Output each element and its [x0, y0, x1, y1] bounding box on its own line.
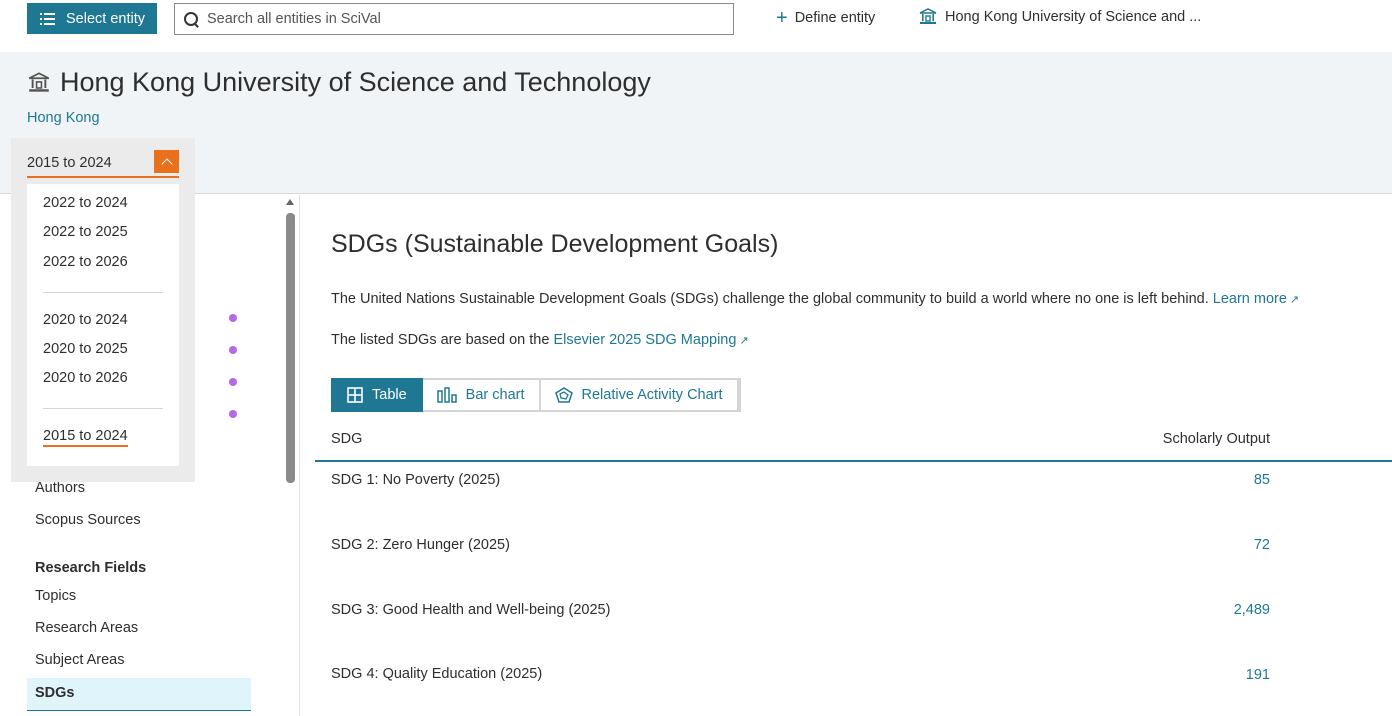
current-entity-label: Hong Kong University of Science and ...	[945, 8, 1202, 25]
tab-table-label: Table	[372, 387, 407, 403]
section-heading: SDGs (Sustainable Development Goals)	[331, 230, 779, 258]
search-icon	[184, 11, 199, 27]
list-icon	[40, 12, 56, 26]
period-option[interactable]: 2022 to 2025	[43, 224, 128, 240]
indicator-dot	[229, 378, 237, 386]
sdg-mapping-label: Elsevier 2025 SDG Mapping	[553, 332, 737, 348]
period-option-selected[interactable]: 2015 to 2024	[43, 428, 128, 447]
mapping-text: The listed SDGs are based on the	[331, 332, 550, 348]
sdg-mapping-link[interactable]: Elsevier 2025 SDG Mapping ↗	[553, 332, 748, 348]
sidebar-item-sdgs[interactable]: SDGs	[27, 678, 251, 711]
table-row-name: SDG 3: Good Health and Well-being (2025)	[331, 602, 611, 618]
top-bar: Select entity + Define entity Hong Kong …	[0, 0, 1392, 52]
select-entity-button[interactable]: Select entity	[27, 3, 157, 34]
table-row-name: SDG 2: Zero Hunger (2025)	[331, 537, 510, 553]
tab-relative-activity-chart[interactable]: Relative Activity Chart	[540, 380, 739, 410]
table-header-divider	[315, 460, 1392, 462]
tab-table[interactable]: Table	[331, 378, 423, 412]
period-option[interactable]: 2020 to 2025	[43, 341, 128, 357]
column-header-sdg[interactable]: SDG	[331, 431, 362, 447]
divider	[43, 408, 163, 409]
sidebar-item-topics[interactable]: Topics	[35, 588, 76, 604]
indicator-dot	[229, 410, 237, 418]
divider	[43, 292, 163, 293]
view-tabs: Table Bar chart Relative Activity Chart	[331, 378, 741, 412]
period-option[interactable]: 2020 to 2024	[43, 312, 128, 328]
table-row-value[interactable]: 191	[1246, 667, 1270, 683]
sidebar-item-research-areas[interactable]: Research Areas	[35, 620, 138, 636]
sidebar-item-authors[interactable]: Authors	[35, 480, 85, 496]
intro-text: The United Nations Sustainable Developme…	[331, 291, 1209, 307]
title-row: Hong Kong University of Science and Tech…	[28, 67, 651, 98]
period-option[interactable]: 2022 to 2024	[43, 195, 128, 211]
bar-chart-icon	[436, 387, 457, 403]
define-entity-label: Define entity	[794, 10, 876, 26]
page-title: Hong Kong University of Science and Tech…	[60, 67, 651, 97]
tab-bar-chart[interactable]: Bar chart	[422, 380, 541, 410]
table-row-name: SDG 4: Quality Education (2025)	[331, 666, 543, 682]
indicator-dot	[229, 314, 237, 322]
table-row-value[interactable]: 72	[1254, 537, 1270, 553]
define-entity-button[interactable]: + Define entity	[776, 8, 875, 28]
sidebar-item-scopus-sources[interactable]: Scopus Sources	[35, 512, 141, 528]
sidebar-item-subject-areas[interactable]: Subject Areas	[35, 652, 124, 668]
region-link[interactable]: Hong Kong	[27, 110, 100, 126]
period-option[interactable]: 2022 to 2026	[43, 254, 128, 270]
learn-more-label: Learn more	[1212, 291, 1287, 307]
chevron-up-icon[interactable]	[154, 150, 179, 173]
table-row-value[interactable]: 85	[1254, 472, 1270, 488]
external-link-icon: ↗	[739, 335, 749, 347]
period-dropdown: 2015 to 2024 2022 to 2024 2022 to 2025 2…	[11, 138, 195, 482]
mapping-paragraph: The listed SDGs are based on the Elsevie…	[331, 332, 749, 348]
plus-icon: +	[776, 7, 788, 29]
institution-icon	[28, 72, 50, 92]
search-box[interactable]	[174, 3, 734, 35]
sidebar-scrollbar[interactable]	[286, 213, 295, 483]
table-row-value[interactable]: 2,489	[1234, 602, 1270, 618]
institution-icon	[919, 8, 937, 24]
sidebar-section-heading: Research Fields	[35, 560, 147, 576]
period-options-list: 2022 to 2024 2022 to 2025 2022 to 2026 2…	[27, 184, 179, 466]
current-entity-link[interactable]: Hong Kong University of Science and ...	[919, 8, 1201, 25]
main-content: SDGs (Sustainable Development Goals) The…	[300, 195, 1392, 716]
indicator-dot	[229, 346, 237, 354]
tab-relative-activity-label: Relative Activity Chart	[581, 387, 723, 403]
entity-header: Hong Kong University of Science and Tech…	[0, 52, 1392, 194]
radar-chart-icon	[554, 387, 573, 403]
external-link-icon: ↗	[1289, 294, 1300, 306]
period-option[interactable]: 2020 to 2026	[43, 370, 128, 386]
sidebar-item-label: SDGs	[35, 685, 75, 701]
period-dropdown-toggle[interactable]: 2015 to 2024	[27, 150, 179, 178]
scroll-up-arrow-icon[interactable]	[286, 199, 294, 205]
tab-bar-chart-label: Bar chart	[465, 387, 525, 403]
table-row-name: SDG 1: No Poverty (2025)	[331, 472, 501, 488]
intro-paragraph: The United Nations Sustainable Developme…	[331, 291, 1299, 307]
period-selected: 2015 to 2024	[27, 155, 112, 171]
table-icon	[347, 387, 363, 403]
search-input[interactable]	[207, 11, 707, 27]
learn-more-link[interactable]: Learn more ↗	[1213, 291, 1299, 307]
select-entity-label: Select entity	[66, 10, 145, 27]
column-header-scholarly-output[interactable]: Scholarly Output	[1163, 431, 1270, 447]
